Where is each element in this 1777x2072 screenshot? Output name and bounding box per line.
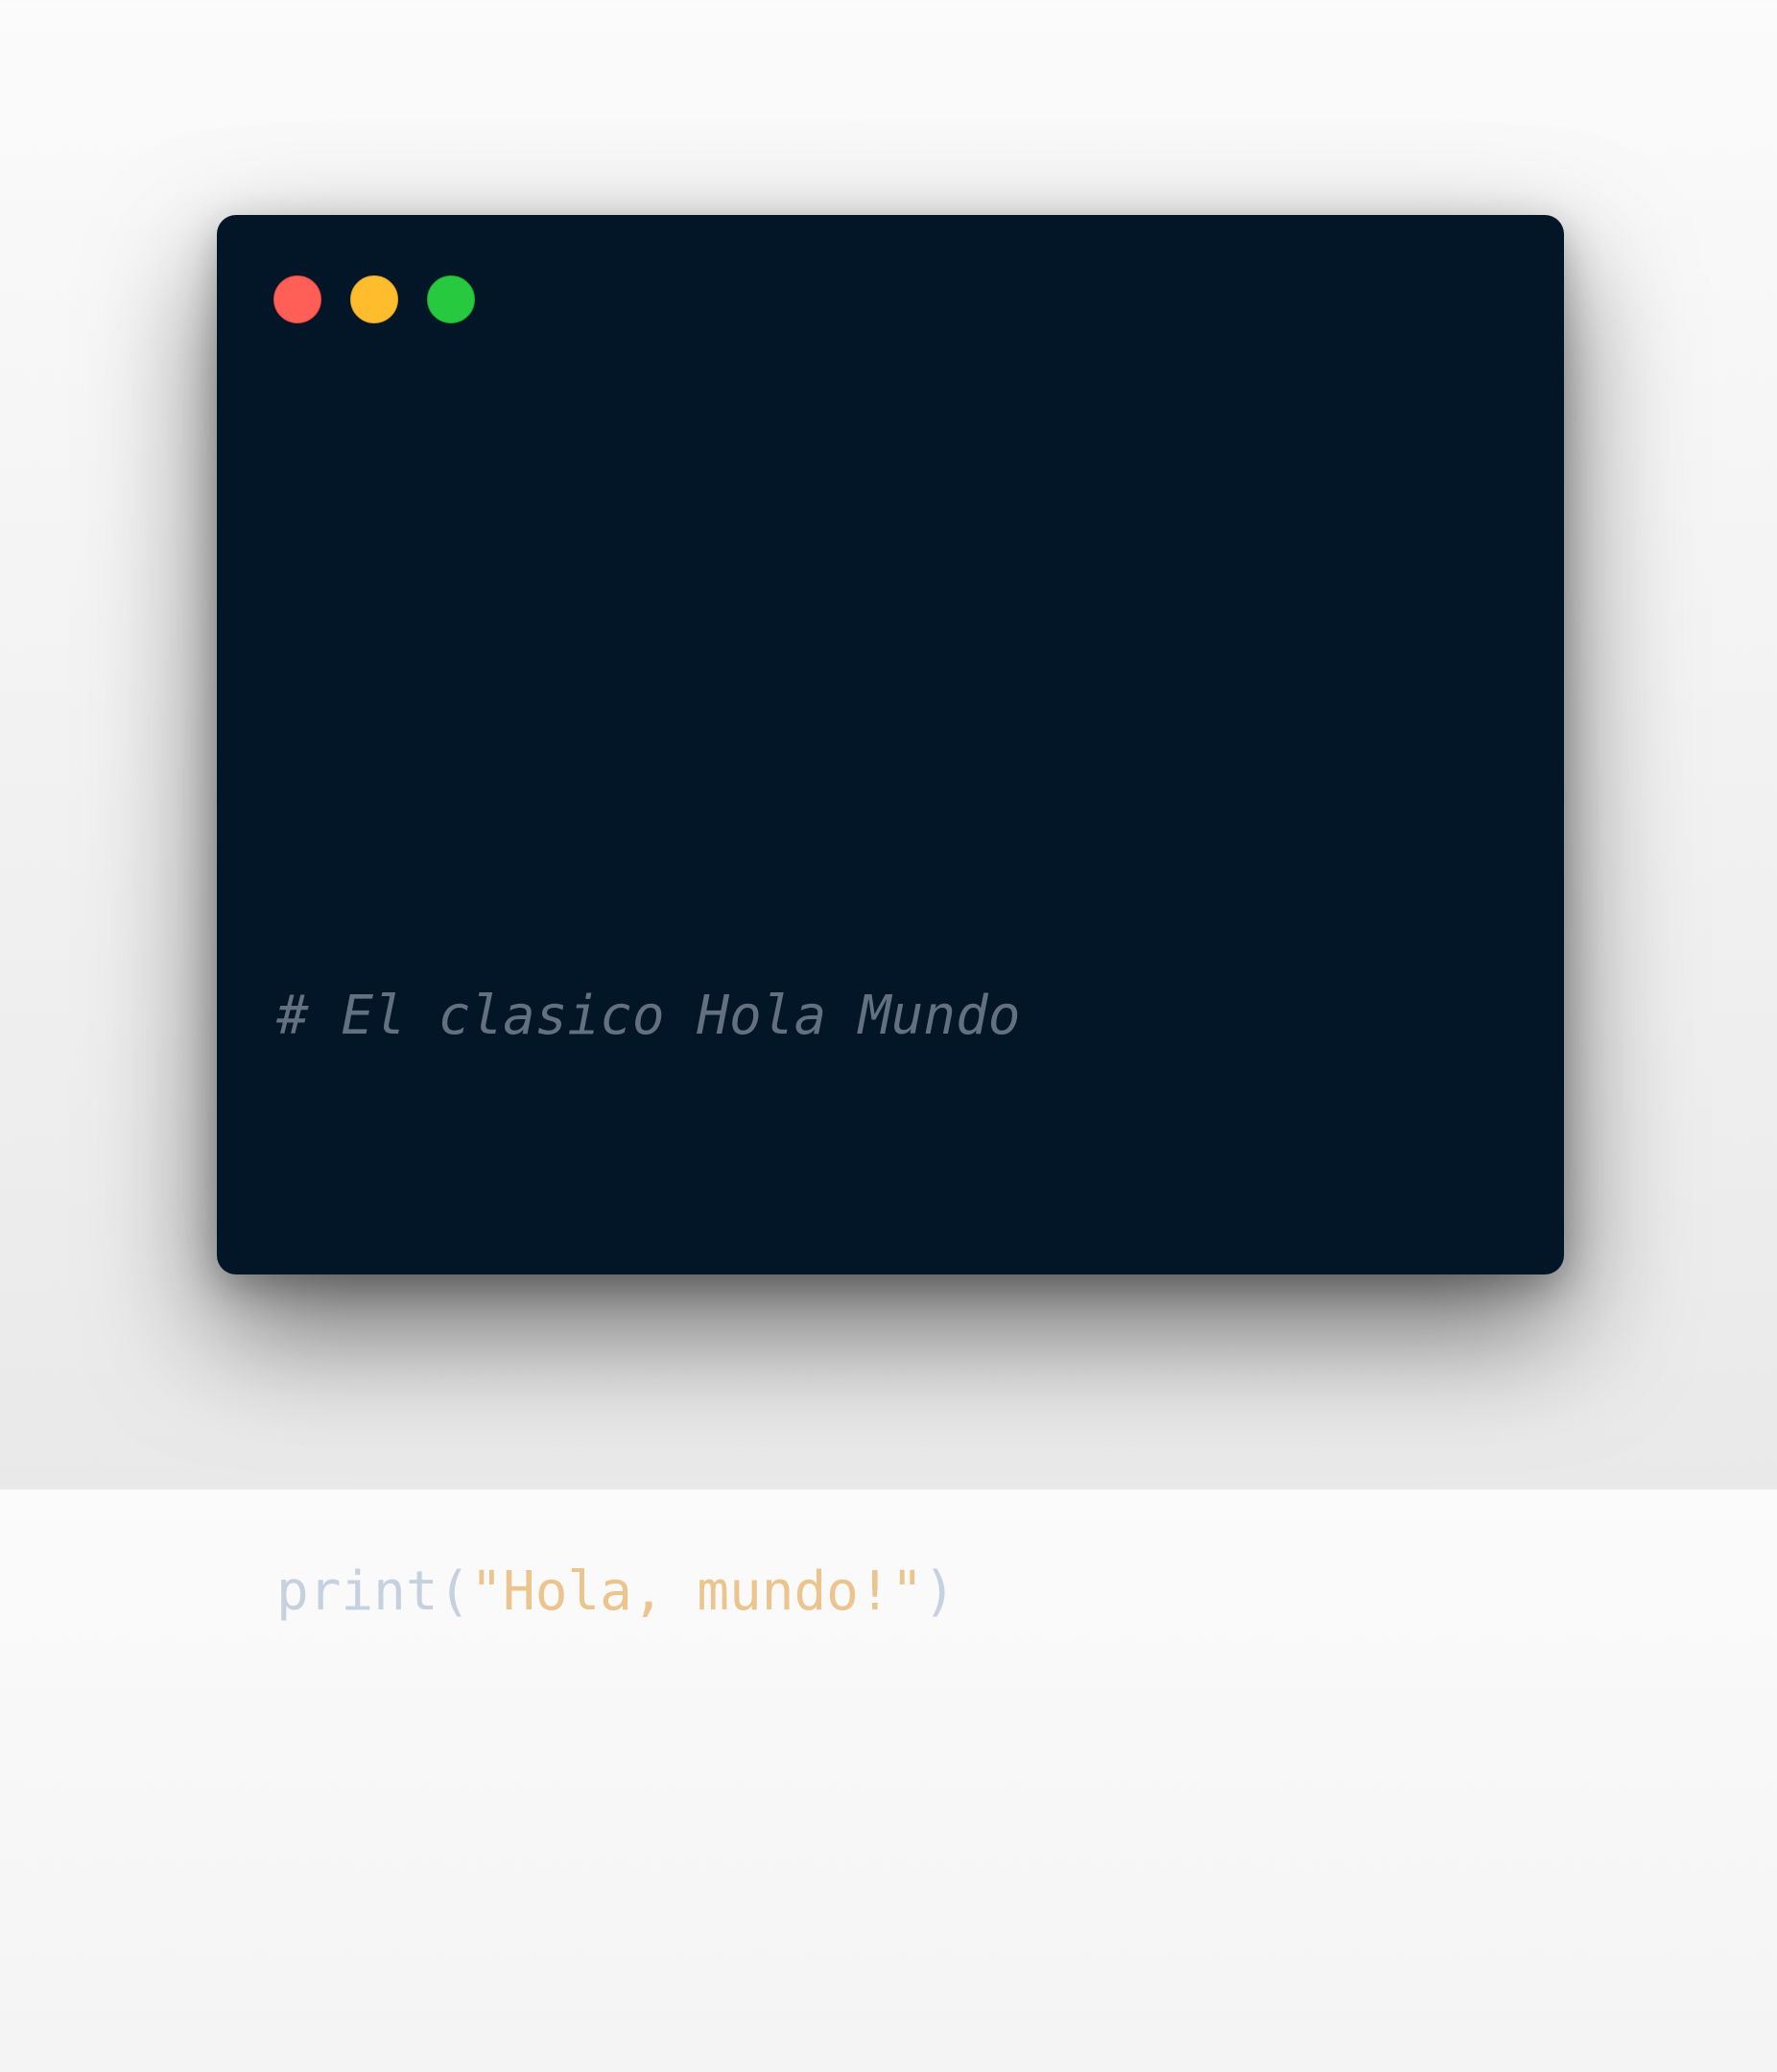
window-controls: [273, 275, 475, 323]
code-string-literal: "Hola, mundo!": [470, 1560, 924, 1623]
code-line-print: print("Hola, mundo!"): [276, 1496, 1020, 1688]
code-comment: # El clasico Hola Mundo: [276, 985, 1021, 1047]
code-window: # El clasico Hola Mundo print("Hola, mun…: [217, 215, 1564, 1623]
code-open-paren: (: [438, 1560, 471, 1623]
code-close-paren: ): [923, 1560, 957, 1623]
code-editor[interactable]: # El clasico Hola Mundo print("Hola, mun…: [276, 536, 1020, 2072]
close-window-button[interactable]: [273, 275, 321, 323]
code-line-comment: # El clasico Hola Mundo: [276, 920, 1020, 1112]
code-function-name: print: [276, 1560, 438, 1623]
minimize-window-button[interactable]: [350, 275, 398, 323]
maximize-window-button[interactable]: [427, 275, 475, 323]
